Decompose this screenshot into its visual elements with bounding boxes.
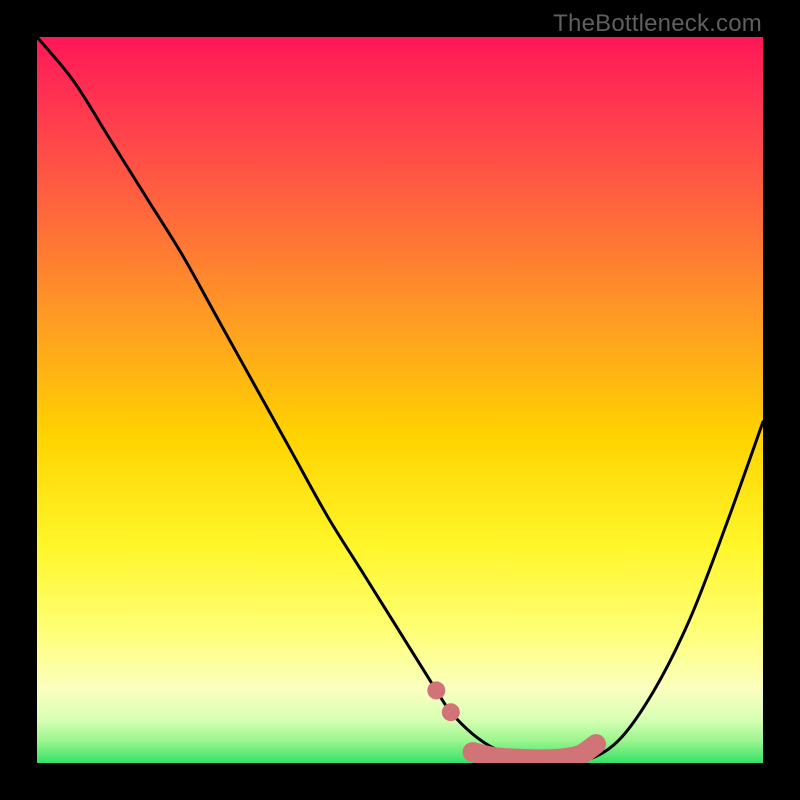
curve-marker-dot (427, 681, 445, 699)
attribution-label: TheBottleneck.com (553, 10, 762, 38)
curve-marker-dot (442, 703, 460, 721)
plot-area (37, 37, 763, 763)
gradient-background (37, 37, 763, 763)
chart-svg (37, 37, 763, 763)
